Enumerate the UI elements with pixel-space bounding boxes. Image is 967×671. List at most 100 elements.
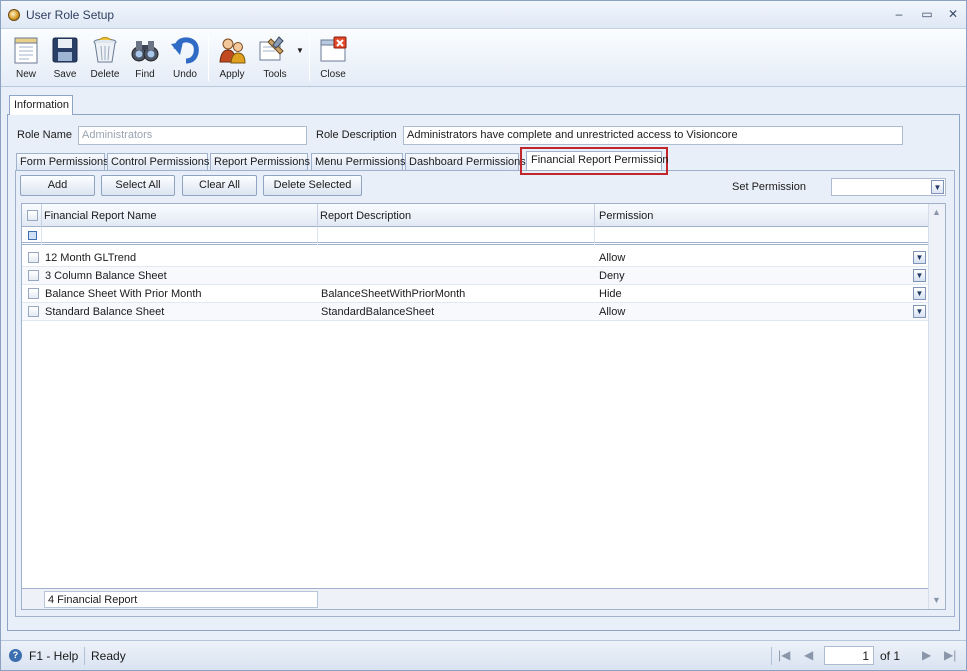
tools-dropdown-arrow-icon[interactable]: ▼ <box>296 46 304 55</box>
user-role-setup-window: User Role Setup – ▭ ✕ New Save Delete Fi… <box>0 0 967 671</box>
filter-cell <box>22 227 42 245</box>
add-button[interactable]: Add <box>20 175 95 196</box>
window-title: User Role Setup <box>26 8 115 22</box>
page-number-input[interactable]: 1 <box>824 646 874 665</box>
row-permission: Allow <box>599 306 626 318</box>
new-button[interactable]: New <box>6 33 46 85</box>
tools-button[interactable]: ▼ Tools <box>253 33 304 85</box>
clear-all-button[interactable]: Clear All <box>182 175 257 196</box>
apply-button[interactable]: Apply <box>212 33 252 85</box>
close-button[interactable]: Close <box>313 33 353 85</box>
role-description-label: Role Description <box>316 129 397 141</box>
minimize-button[interactable]: – <box>890 6 908 22</box>
grid-footer: 4 Financial Report <box>22 588 929 609</box>
last-page-icon[interactable]: ▶| <box>944 648 956 662</box>
column-header-permission[interactable]: Permission <box>595 204 929 227</box>
close-form-icon <box>320 36 347 62</box>
tab-information[interactable]: Information <box>9 95 73 115</box>
find-label: Find <box>135 69 155 80</box>
undo-button[interactable]: Undo <box>165 33 205 85</box>
table-row[interactable]: 3 Column Balance Sheet Deny ▼ <box>22 267 929 285</box>
toolbar-separator <box>208 35 209 81</box>
next-page-icon[interactable]: ▶ <box>922 648 931 662</box>
header-select-cell <box>22 204 42 227</box>
save-disk-icon <box>52 37 78 63</box>
save-button[interactable]: Save <box>45 33 85 85</box>
close-window-button[interactable]: ✕ <box>944 6 962 22</box>
maximize-button[interactable]: ▭ <box>918 6 936 22</box>
tab-financial-report-permission-label: Financial Report Permission <box>526 151 669 171</box>
grid-vertical-scrollbar[interactable]: ▲ ▼ <box>928 204 945 609</box>
tab-control-permissions[interactable]: Control Permissions <box>107 153 209 171</box>
app-icon <box>8 9 20 21</box>
scroll-up-icon[interactable]: ▲ <box>932 207 941 217</box>
status-bar: ? F1 - Help Ready |◀ ◀ 1 of 1 ▶ ▶| <box>1 640 966 670</box>
delete-selected-button[interactable]: Delete Selected <box>263 175 362 196</box>
set-permission-select[interactable]: ▼ <box>831 178 946 196</box>
tab-menu-permissions[interactable]: Menu Permissions <box>311 153 405 171</box>
table-row[interactable]: Balance Sheet With Prior Month BalanceSh… <box>22 285 929 303</box>
title-bar: User Role Setup – ▭ ✕ <box>1 1 966 29</box>
filter-row[interactable] <box>22 227 929 245</box>
row-report-name: Balance Sheet With Prior Month <box>45 288 202 300</box>
row-report-name: 12 Month GLTrend <box>45 252 137 264</box>
close-label: Close <box>320 69 346 80</box>
page-of-label: of 1 <box>880 649 901 663</box>
chevron-down-icon[interactable]: ▼ <box>913 269 926 282</box>
toolbar-separator <box>309 35 310 81</box>
tab-report-permissions[interactable]: Report Permissions <box>210 153 310 171</box>
first-page-icon[interactable]: |◀ <box>778 648 790 662</box>
status-separator <box>771 647 772 665</box>
row-report-name: 3 Column Balance Sheet <box>45 270 167 282</box>
tab-financial-report-permission[interactable]: Financial Report Permission <box>520 147 669 175</box>
row-permission-cell[interactable]: Allow ▼ <box>599 249 929 267</box>
scroll-down-icon[interactable]: ▼ <box>932 595 941 605</box>
role-description-field[interactable]: Administrators have complete and unrestr… <box>403 126 903 145</box>
record-count: 4 Financial Report <box>44 591 318 608</box>
previous-page-icon[interactable]: ◀ <box>804 648 813 662</box>
chevron-down-icon[interactable]: ▼ <box>931 180 944 194</box>
toolbar: New Save Delete Find Undo Apply ▼ Tools … <box>1 29 966 87</box>
status-text: Ready <box>91 649 126 663</box>
row-report-name: Standard Balance Sheet <box>45 306 165 318</box>
select-all-checkbox[interactable] <box>27 210 38 221</box>
delete-label: Delete <box>90 69 120 80</box>
row-checkbox[interactable] <box>28 288 39 299</box>
new-label: New <box>15 69 36 80</box>
row-report-description: StandardBalanceSheet <box>321 306 435 318</box>
row-permission: Allow <box>599 252 626 264</box>
column-header-financial-report-name[interactable]: Financial Report Name <box>42 204 318 227</box>
financial-report-grid: Financial Report Name Report Description… <box>21 203 946 610</box>
row-report-description: BalanceSheetWithPriorMonth <box>321 288 466 300</box>
find-button[interactable]: Find <box>125 33 165 85</box>
select-all-button[interactable]: Select All <box>101 175 175 196</box>
delete-button[interactable]: Delete <box>85 33 125 85</box>
new-document-icon <box>14 37 38 64</box>
chevron-down-icon[interactable]: ▼ <box>913 287 926 300</box>
help-icon[interactable]: ? <box>9 649 22 662</box>
row-permission-cell[interactable]: Deny ▼ <box>599 267 929 285</box>
chevron-down-icon[interactable]: ▼ <box>913 305 926 318</box>
apply-label: Apply <box>219 69 245 80</box>
role-name-label: Role Name <box>17 129 73 141</box>
filter-cell-description[interactable] <box>318 227 595 245</box>
tab-form-permissions[interactable]: Form Permissions <box>16 153 109 171</box>
tools-icon <box>259 36 284 61</box>
row-permission-cell[interactable]: Allow ▼ <box>599 303 929 321</box>
binoculars-icon <box>131 41 159 62</box>
row-permission-cell[interactable]: Hide ▼ <box>599 285 929 303</box>
role-name-field[interactable]: Administrators <box>78 126 307 145</box>
table-row[interactable]: Standard Balance Sheet StandardBalanceSh… <box>22 303 929 321</box>
row-checkbox[interactable] <box>28 306 39 317</box>
help-text[interactable]: F1 - Help <box>29 649 78 663</box>
table-row[interactable]: 12 Month GLTrend Allow ▼ <box>22 249 929 267</box>
status-separator <box>84 647 85 665</box>
row-permission: Deny <box>599 270 625 282</box>
column-header-report-description[interactable]: Report Description <box>318 204 595 227</box>
grid-body: 12 Month GLTrend Allow ▼ 3 Column Balanc… <box>22 249 929 579</box>
row-checkbox[interactable] <box>28 270 39 281</box>
chevron-down-icon[interactable]: ▼ <box>913 251 926 264</box>
tab-dashboard-permissions[interactable]: Dashboard Permissions <box>405 153 526 171</box>
row-checkbox[interactable] <box>28 252 39 263</box>
filter-cell-name[interactable] <box>42 227 318 245</box>
